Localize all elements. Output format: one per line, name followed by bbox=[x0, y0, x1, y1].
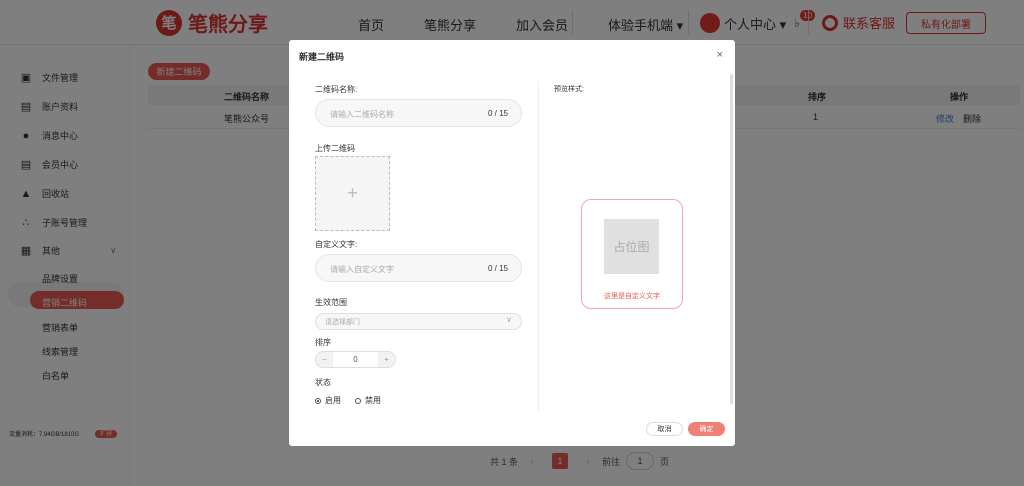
dialog-title: 新建二维码 bbox=[299, 52, 345, 62]
qrcode-name-count: 0 / 15 bbox=[487, 109, 508, 118]
qrcode-name-label: 二维码名称: bbox=[315, 85, 358, 94]
upload-label: 上传二维码 bbox=[315, 144, 355, 153]
scope-label: 生效范围 bbox=[315, 298, 347, 307]
plus-icon[interactable]: + bbox=[378, 352, 395, 367]
sort-value[interactable]: 0 bbox=[333, 355, 378, 364]
status-enabled-radio[interactable] bbox=[315, 397, 321, 404]
status-enabled-label[interactable]: 启用 bbox=[325, 395, 341, 406]
close-icon[interactable]: × bbox=[717, 49, 723, 61]
new-qrcode-dialog: 新建二维码 × 二维码名称: 请输入二维码名称 0 / 15 上传二维码 + 自… bbox=[289, 40, 735, 446]
sort-stepper[interactable]: − 0 + bbox=[315, 351, 396, 368]
plus-icon: + bbox=[347, 183, 358, 203]
preview-card: 占位图 这里是自定义文字 bbox=[581, 199, 683, 309]
qrcode-name-input[interactable]: 请输入二维码名称 0 / 15 bbox=[315, 99, 522, 127]
preview-custom-text: 这里是自定义文字 bbox=[604, 293, 660, 300]
status-label: 状态 bbox=[315, 378, 331, 387]
placeholder-image: 占位图 bbox=[604, 219, 659, 274]
preview-label: 预览样式: bbox=[554, 86, 584, 93]
minus-icon[interactable]: − bbox=[316, 352, 333, 367]
custom-text-label: 自定义文字: bbox=[315, 240, 358, 249]
custom-text-placeholder: 请输入自定义文字 bbox=[330, 265, 394, 274]
dialog-scrollbar[interactable] bbox=[730, 74, 733, 404]
status-radio-group: 启用 禁用 bbox=[315, 395, 381, 406]
qrcode-name-placeholder: 请输入二维码名称 bbox=[330, 110, 394, 119]
custom-text-count: 0 / 15 bbox=[487, 264, 508, 273]
chevron-down-icon: ∨ bbox=[506, 315, 512, 324]
upload-qrcode-box[interactable]: + bbox=[315, 156, 390, 231]
status-disabled-radio[interactable] bbox=[355, 397, 361, 404]
dialog-divider bbox=[538, 81, 539, 411]
department-select[interactable]: 请选择部门 ∨ bbox=[315, 313, 522, 330]
confirm-button[interactable]: 确定 bbox=[688, 422, 725, 436]
cancel-button[interactable]: 取消 bbox=[646, 422, 683, 436]
status-disabled-label[interactable]: 禁用 bbox=[365, 395, 381, 406]
sort-label: 排序 bbox=[315, 338, 331, 347]
department-placeholder: 请选择部门 bbox=[325, 319, 360, 326]
custom-text-input[interactable]: 请输入自定义文字 0 / 15 bbox=[315, 254, 522, 282]
